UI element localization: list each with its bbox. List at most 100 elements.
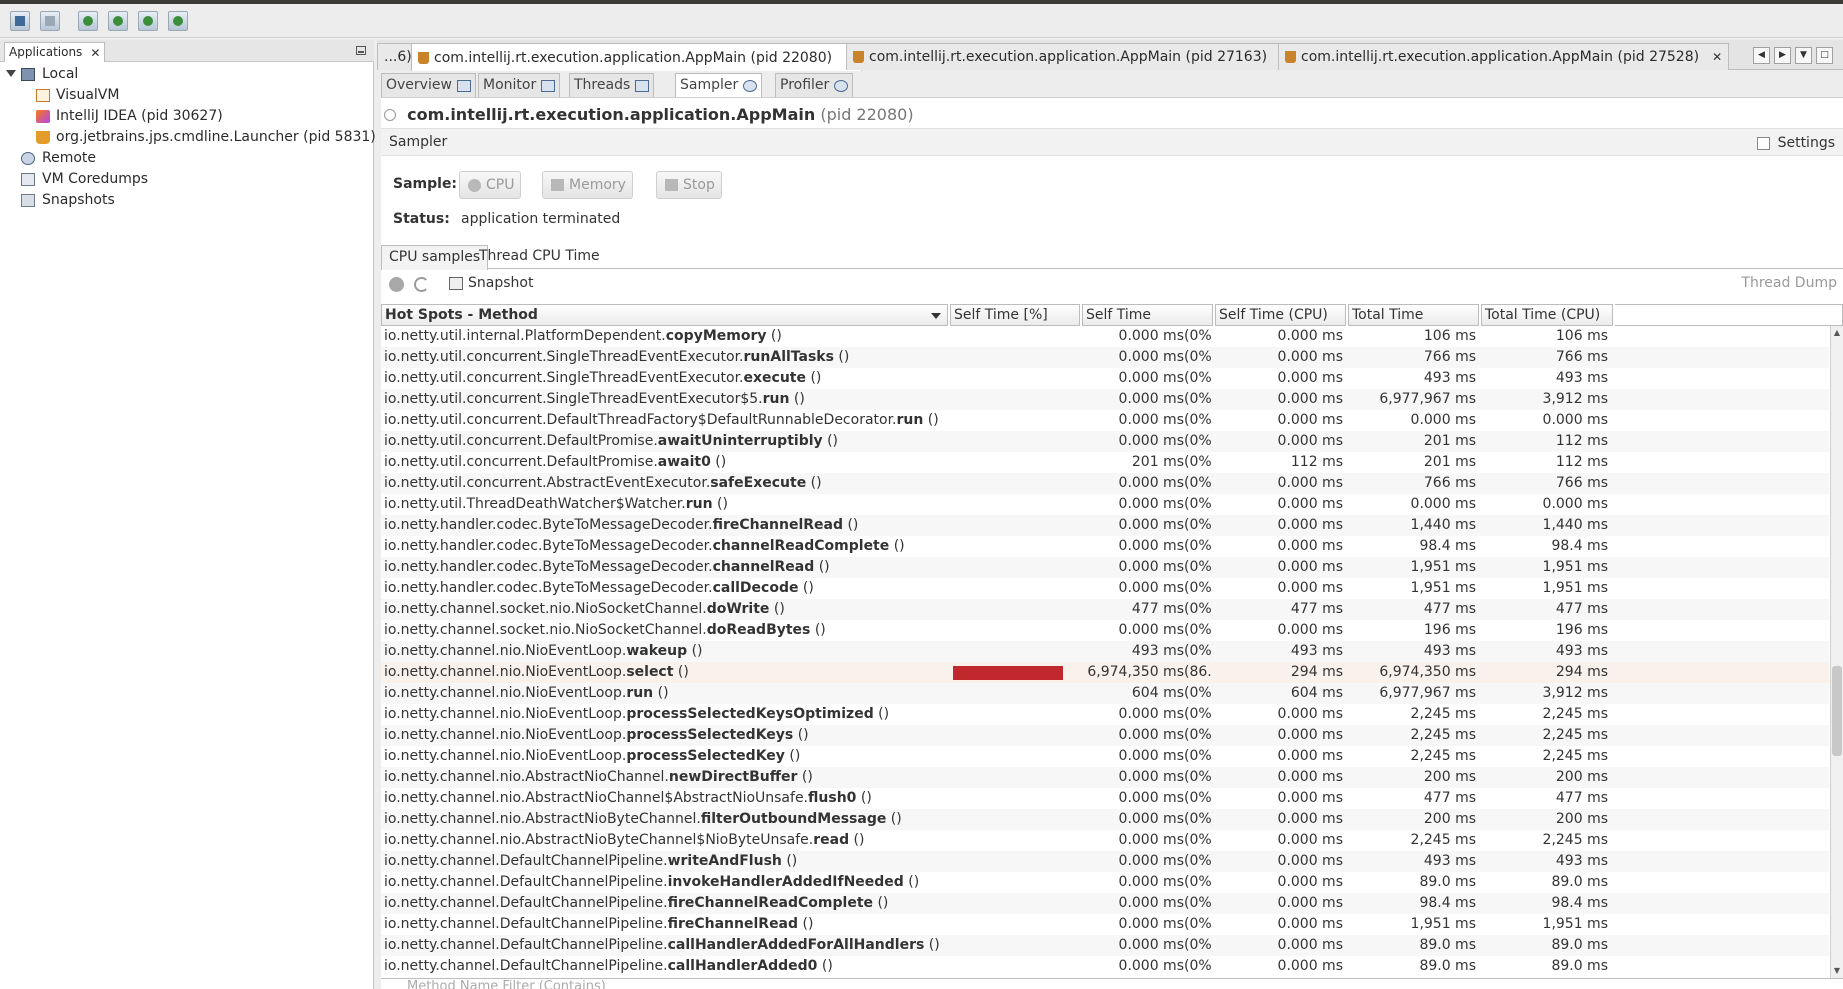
table-row[interactable]: io.netty.util.ThreadDeathWatcher$Watcher… bbox=[381, 494, 1829, 515]
doc-tab-appmain-27163[interactable]: com.intellij.rt.execution.application.Ap… bbox=[846, 43, 1298, 70]
tab-sampler[interactable]: Sampler bbox=[675, 73, 763, 97]
self-time-cpu-cell: 0.000 ms bbox=[1277, 328, 1343, 344]
cpu-sample-button[interactable]: CPU bbox=[459, 171, 522, 199]
tree-item-intellij-idea[interactable]: IntelliJ IDEA (pid 30627) bbox=[0, 106, 374, 127]
table-row[interactable]: io.netty.handler.codec.ByteToMessageDeco… bbox=[381, 557, 1829, 578]
tree-item-jps-launcher[interactable]: org.jetbrains.jps.cmdline.Launcher (pid … bbox=[0, 127, 376, 148]
total-time-cell: 477 ms bbox=[1423, 601, 1476, 617]
app-status-icon bbox=[384, 109, 396, 121]
table-row[interactable]: io.netty.util.concurrent.DefaultPromise.… bbox=[381, 452, 1829, 473]
table-row[interactable]: io.netty.channel.nio.NioEventLoop.run ()… bbox=[381, 683, 1829, 704]
table-row[interactable]: io.netty.util.concurrent.AbstractEventEx… bbox=[381, 473, 1829, 494]
applications-tab[interactable]: Applications ✕ bbox=[4, 42, 106, 62]
minimize-icon[interactable] bbox=[356, 46, 366, 55]
table-row[interactable]: io.netty.handler.codec.ByteToMessageDeco… bbox=[381, 578, 1829, 599]
table-row[interactable]: io.netty.util.concurrent.SingleThreadEve… bbox=[381, 368, 1829, 389]
tab-profiler[interactable]: Profiler bbox=[775, 73, 854, 97]
table-row[interactable]: io.netty.channel.nio.NioEventLoop.wakeup… bbox=[381, 641, 1829, 662]
total-time-cell: 196 ms bbox=[1423, 622, 1476, 638]
column-header-self-time-cpu[interactable]: Self Time (CPU) bbox=[1215, 304, 1346, 326]
table-row[interactable]: io.netty.util.concurrent.SingleThreadEve… bbox=[381, 347, 1829, 368]
load-heap-dump-icon[interactable] bbox=[108, 11, 128, 31]
settings-checkbox[interactable] bbox=[1756, 136, 1770, 150]
table-row[interactable]: io.netty.channel.nio.AbstractNioChannel$… bbox=[381, 788, 1829, 809]
table-row[interactable]: io.netty.channel.DefaultChannelPipeline.… bbox=[381, 851, 1829, 872]
scroll-tabs-right-icon[interactable]: ▶ bbox=[1774, 47, 1791, 64]
self-time-cpu-cell: 0.000 ms bbox=[1277, 538, 1343, 554]
scrollbar-thumb[interactable] bbox=[1832, 666, 1842, 756]
tab-thread-cpu-time[interactable]: Thread CPU Time bbox=[472, 245, 607, 269]
table-row[interactable]: io.netty.channel.DefaultChannelPipeline.… bbox=[381, 893, 1829, 914]
maximize-icon[interactable]: □ bbox=[1816, 47, 1833, 64]
table-row[interactable]: io.netty.channel.socket.nio.NioSocketCha… bbox=[381, 599, 1829, 620]
table-row[interactable]: io.netty.channel.nio.AbstractNioChannel.… bbox=[381, 767, 1829, 788]
table-row[interactable]: io.netty.channel.nio.NioEventLoop.select… bbox=[381, 662, 1829, 683]
table-row[interactable]: io.netty.channel.DefaultChannelPipeline.… bbox=[381, 935, 1829, 956]
tree-item-visualvm[interactable]: VisualVM bbox=[0, 85, 374, 106]
column-header-total-time-cpu[interactable]: Total Time (CPU) bbox=[1481, 304, 1613, 326]
table-row[interactable]: io.netty.channel.nio.NioEventLoop.proces… bbox=[381, 746, 1829, 767]
sort-descending-icon bbox=[931, 313, 941, 319]
doc-tab-appmain-22080[interactable]: com.intellij.rt.execution.application.Ap… bbox=[411, 43, 863, 71]
self-time-percent-cell: (0%) bbox=[1184, 580, 1213, 596]
tree-item-remote[interactable]: Remote bbox=[0, 148, 374, 169]
tab-list-dropdown-icon[interactable]: ▼ bbox=[1795, 47, 1812, 64]
tab-monitor[interactable]: Monitor bbox=[478, 73, 561, 97]
load-snapshot-icon[interactable] bbox=[168, 11, 188, 31]
refresh-icon[interactable] bbox=[414, 277, 429, 292]
table-row[interactable]: io.netty.handler.codec.ByteToMessageDeco… bbox=[381, 515, 1829, 536]
table-row[interactable]: io.netty.util.concurrent.SingleThreadEve… bbox=[381, 389, 1829, 410]
table-row[interactable]: io.netty.channel.nio.AbstractNioByteChan… bbox=[381, 830, 1829, 851]
tree-item-vm-coredumps[interactable]: VM Coredumps bbox=[0, 169, 374, 190]
method-filter[interactable]: Method Name Filter (Contains) bbox=[381, 978, 1843, 989]
table-row[interactable]: io.netty.channel.nio.NioEventLoop.proces… bbox=[381, 704, 1829, 725]
scroll-up-icon[interactable]: ▲ bbox=[1832, 328, 1842, 338]
stop-button[interactable]: Stop bbox=[656, 171, 722, 199]
table-scrollbar[interactable]: ▲ ▼ bbox=[1830, 326, 1843, 978]
table-row[interactable]: io.netty.util.internal.PlatformDependent… bbox=[381, 326, 1829, 347]
close-icon[interactable]: ✕ bbox=[90, 47, 100, 59]
tree-item-label: IntelliJ IDEA (pid 30627) bbox=[56, 108, 223, 124]
table-row[interactable]: io.netty.channel.DefaultChannelPipeline.… bbox=[381, 956, 1829, 977]
doc-tab-appmain-27528[interactable]: com.intellij.rt.execution.application.Ap… bbox=[1278, 43, 1730, 70]
total-time-cpu-cell: 2,245 ms bbox=[1542, 727, 1608, 743]
table-row[interactable]: io.netty.util.concurrent.DefaultPromise.… bbox=[381, 431, 1829, 452]
column-header-method[interactable]: Hot Spots - Method bbox=[381, 304, 948, 326]
total-time-cpu-cell: 2,245 ms bbox=[1542, 832, 1608, 848]
settings-toggle[interactable]: Settings bbox=[1756, 135, 1835, 151]
add-jmx-connection-icon[interactable] bbox=[78, 11, 98, 31]
pause-icon[interactable] bbox=[389, 277, 404, 292]
method-args: () bbox=[798, 580, 814, 596]
column-header-self-time[interactable]: Self Time bbox=[1082, 304, 1213, 326]
thread-dump-button[interactable]: Thread Dump bbox=[1741, 275, 1837, 291]
method-args: () bbox=[873, 895, 889, 911]
total-time-cpu-cell: 493 ms bbox=[1555, 853, 1608, 869]
column-header-self-time-percent[interactable]: Self Time [%] bbox=[950, 304, 1080, 326]
scroll-tabs-left-icon[interactable]: ◀ bbox=[1753, 47, 1770, 64]
scroll-down-icon[interactable]: ▼ bbox=[1832, 966, 1842, 976]
expand-arrow-icon[interactable] bbox=[6, 70, 16, 77]
tree-item-snapshots[interactable]: Snapshots bbox=[0, 190, 374, 211]
table-row[interactable]: io.netty.channel.nio.NioEventLoop.proces… bbox=[381, 725, 1829, 746]
table-row[interactable]: io.netty.util.concurrent.DefaultThreadFa… bbox=[381, 410, 1829, 431]
table-row[interactable]: io.netty.channel.nio.AbstractNioByteChan… bbox=[381, 809, 1829, 830]
table-row[interactable]: io.netty.channel.DefaultChannelPipeline.… bbox=[381, 872, 1829, 893]
load-thread-dump-icon[interactable] bbox=[138, 11, 158, 31]
method-name: processSelectedKey bbox=[626, 748, 785, 764]
snapshot-button[interactable]: Snapshot bbox=[449, 275, 533, 291]
close-icon[interactable]: ✕ bbox=[1712, 51, 1722, 63]
memory-sample-button[interactable]: Memory bbox=[542, 171, 633, 199]
tree-item-local[interactable]: Local bbox=[0, 64, 374, 85]
save-icon[interactable] bbox=[40, 11, 60, 31]
method-name: invokeHandlerAddedIfNeeded bbox=[667, 874, 904, 890]
table-row[interactable]: io.netty.handler.codec.ByteToMessageDeco… bbox=[381, 536, 1829, 557]
open-application-icon[interactable] bbox=[10, 11, 30, 31]
table-row[interactable]: io.netty.channel.socket.nio.NioSocketCha… bbox=[381, 620, 1829, 641]
table-row[interactable]: io.netty.channel.DefaultChannelPipeline.… bbox=[381, 914, 1829, 935]
total-time-cell: 106 ms bbox=[1423, 328, 1476, 344]
tab-threads[interactable]: Threads bbox=[569, 73, 655, 97]
column-header-total-time[interactable]: Total Time bbox=[1348, 304, 1479, 326]
monitor-chart-icon bbox=[541, 79, 556, 92]
tab-overview[interactable]: Overview bbox=[381, 73, 476, 97]
self-time-bar-cell bbox=[950, 431, 1080, 452]
